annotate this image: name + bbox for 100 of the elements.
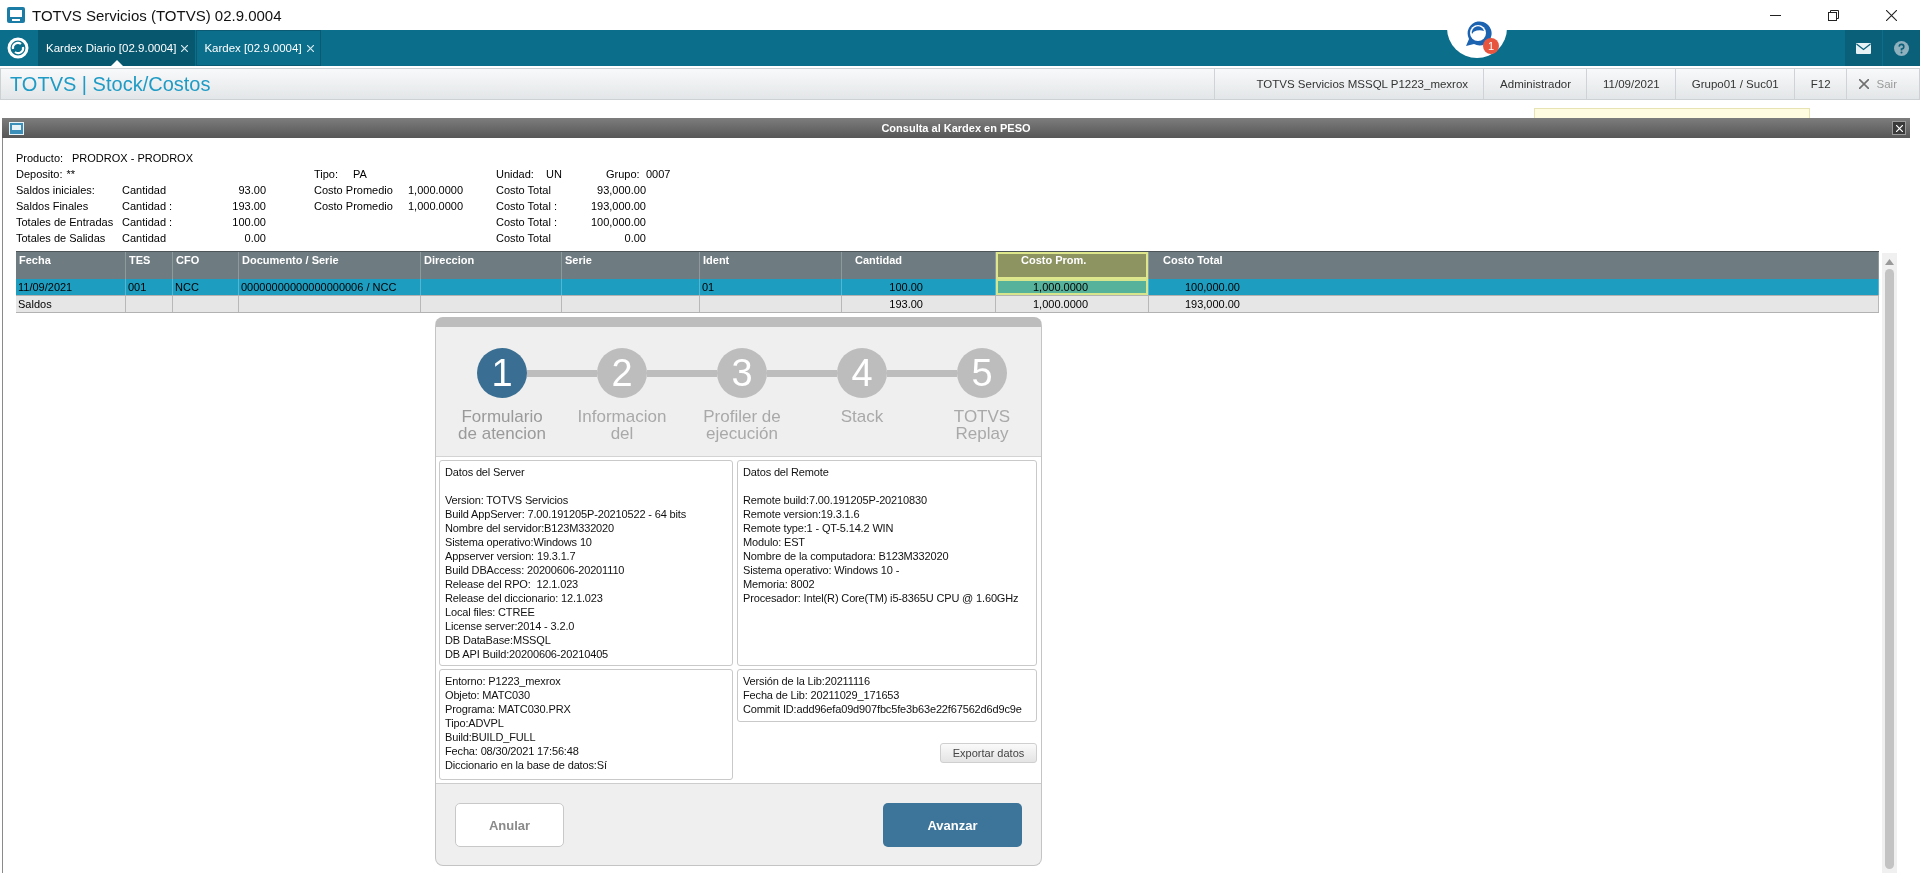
- field-value: PRODROX - PRODROX: [72, 152, 193, 164]
- close-icon: [1858, 79, 1869, 89]
- field-value: 100.00: [231, 216, 266, 228]
- field-label: Costo Promedio: [314, 200, 394, 212]
- status-item: Administrador: [1483, 69, 1587, 99]
- table-cell: 11/09/2021: [16, 279, 126, 295]
- status-item: F12: [1793, 69, 1846, 99]
- table-row[interactable]: 11/09/2021 001 NCC 00000000000000000006 / NCC 01 100.00 1,000.0000 100,000.00: [16, 279, 1879, 296]
- field-label: Costo Total :: [496, 200, 558, 212]
- export-button[interactable]: Exportar datos: [940, 743, 1037, 763]
- field-label: Cantidad :: [122, 216, 174, 228]
- table-cell: 1,000.0000: [996, 296, 1149, 312]
- field-label: Cantidad: [122, 184, 168, 196]
- info-line: Memoria: 8002: [743, 577, 816, 591]
- status-item: 11/09/2021: [1586, 69, 1675, 99]
- field-label: Unidad:: [496, 168, 535, 180]
- status-item: Grupo01 / Suc01: [1674, 69, 1794, 99]
- field-value: PA: [353, 168, 367, 180]
- field-value: 0.00: [243, 232, 266, 244]
- caret-icon: [110, 60, 123, 66]
- field-label: Cantidad: [122, 232, 168, 244]
- notification-badge: 1: [1483, 38, 1499, 54]
- info-line: Version: TOTVS Servicios: [445, 493, 570, 507]
- info-line: Tipo:ADVPL: [445, 716, 505, 730]
- panel-title: Datos del Remote: [743, 465, 830, 479]
- info-line: License server:2014 - 3.2.0: [445, 619, 576, 633]
- table-cell: 100,000.00: [1149, 279, 1879, 295]
- cancel-button[interactable]: Anular: [455, 803, 564, 847]
- tab[interactable]: Kardex [02.9.0004]: [196, 30, 321, 66]
- step-label: Profiler de ejecución: [702, 408, 782, 442]
- field-value: 0007: [646, 168, 671, 180]
- info-line: Build:BUILD_FULL: [445, 730, 537, 744]
- logo-icon[interactable]: [7, 37, 29, 59]
- field-label: Costo Total :: [496, 216, 558, 228]
- info-line: Build AppServer: 7.00.191205P-20210522 - 64 bits: [445, 507, 688, 521]
- info-line: Sistema operativo: Windows 10 -: [743, 563, 901, 577]
- exit-button[interactable]: Sair: [1845, 69, 1919, 99]
- input-field[interactable]: [1534, 108, 1810, 118]
- tab[interactable]: Kardex Diario [02.9.0004]: [38, 30, 196, 66]
- step-label: Formulario de atencion: [457, 408, 547, 442]
- scrollbar[interactable]: [1882, 253, 1897, 873]
- field-label: Costo Total: [496, 232, 552, 244]
- step-label: TOTVS Replay: [952, 408, 1012, 442]
- step-connector: [647, 369, 717, 377]
- step-connector: [527, 369, 597, 377]
- info-line: Fecha: 08/30/2021 17:56:48: [445, 744, 580, 758]
- field-value: 93,000.00: [596, 184, 646, 196]
- step-label: Informacion del: [576, 408, 668, 442]
- field-value: UN: [546, 168, 562, 180]
- info-line: Nombre del servidor:B123M332020: [445, 521, 615, 535]
- step-connector: [887, 369, 957, 377]
- info-line: Release del diccionario: 12.1.023: [445, 591, 604, 605]
- field-value: 0.00: [623, 232, 646, 244]
- field-label: Costo Promedio: [314, 184, 394, 196]
- table-cell: 001: [126, 279, 173, 295]
- window-icon: [9, 121, 24, 135]
- field-value: 193,000.00: [589, 200, 646, 212]
- info-line: Remote version:19.3.1.6: [743, 507, 861, 521]
- help-button[interactable]: [1883, 30, 1920, 66]
- info-line: Versión de la Lib:20211116: [743, 674, 871, 688]
- status-item: TOTVS Servicios MSSQL P1223_mexrox: [1213, 69, 1484, 99]
- close-icon: [1885, 9, 1897, 21]
- row-label: Saldos iniciales:: [16, 184, 96, 196]
- close-button[interactable]: [1892, 121, 1906, 135]
- next-button[interactable]: Avanzar: [883, 803, 1022, 847]
- row-label: Totales de Salidas: [16, 232, 107, 244]
- info-line: Programa: MATC030.PRX: [445, 702, 572, 716]
- table-cell: NCC: [173, 279, 239, 295]
- row-label: Saldos Finales: [16, 200, 90, 212]
- column-header[interactable]: Costo Prom.: [996, 252, 1149, 279]
- step-label: Stack: [840, 408, 884, 428]
- panel-title: Datos del Server: [445, 465, 526, 479]
- close-icon[interactable]: [181, 44, 189, 52]
- info-line: Commit ID:add96efa09d907fbc5fe3b63e22f67562d6d9c9e: [743, 702, 1023, 716]
- help-icon: [1894, 40, 1909, 56]
- info-line: Fecha de Lib: 20211029_171653: [743, 688, 901, 702]
- scrollbar-thumb[interactable]: [1885, 269, 1894, 869]
- window-title: TOTVS Servicios (TOTVS) 02.9.0004: [32, 6, 282, 24]
- scroll-up-icon[interactable]: [1885, 259, 1894, 265]
- field-value: 100,000.00: [589, 216, 646, 228]
- info-line: Local files: CTREE: [445, 605, 536, 619]
- mail-icon: [1856, 40, 1871, 56]
- info-line: Nombre de la computadora: B123M332020: [743, 549, 950, 563]
- info-line: Entorno: P1223_mexrox: [445, 674, 562, 688]
- field-label: Grupo:: [606, 168, 641, 180]
- info-line: Diccionario en la base de datos:Sí: [445, 758, 608, 772]
- close-icon[interactable]: [306, 44, 314, 52]
- info-line: Sistema operativo:Windows 10: [445, 535, 593, 549]
- info-line: Appserver version: 19.3.1.7: [445, 549, 577, 563]
- mail-button[interactable]: [1845, 30, 1882, 66]
- field-label: Costo Total: [496, 184, 552, 196]
- field-label: Cantidad :: [122, 200, 174, 212]
- table-cell: 193.00: [842, 296, 996, 312]
- field-label: Deposito:: [16, 168, 64, 180]
- info-line: Release del RPO: 12.1.023: [445, 577, 580, 591]
- step-number[interactable]: 1: [477, 348, 527, 398]
- restore-icon: [1827, 9, 1839, 21]
- table-row[interactable]: Saldos 193.00 1,000.0000 193,000.00: [16, 296, 1879, 313]
- table-cell: 1,000.0000: [996, 279, 1149, 295]
- close-icon: [1895, 124, 1903, 132]
